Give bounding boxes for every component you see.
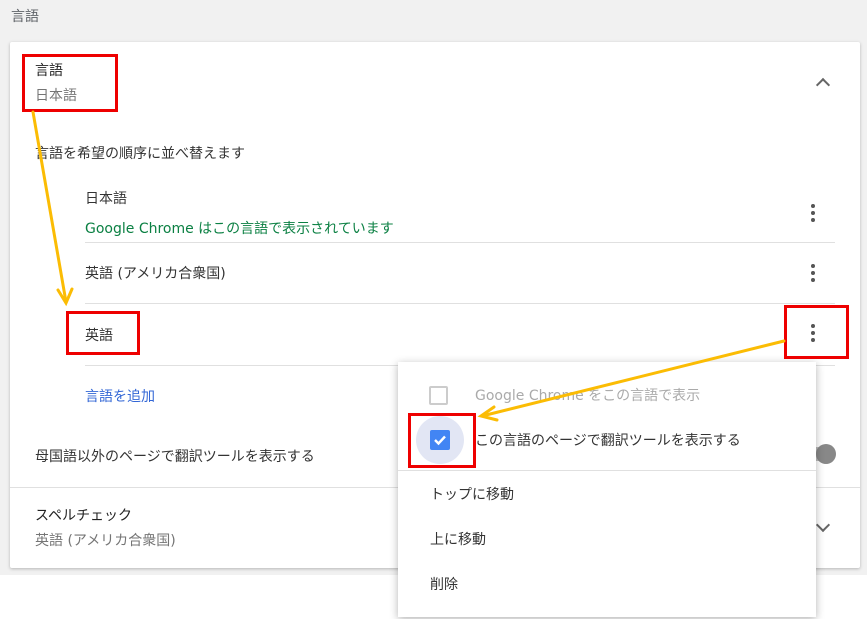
menu-item-move-top[interactable]: トップに移動 [430, 484, 514, 504]
language-item-name: 日本語 [85, 191, 127, 207]
section-title: 言語 [11, 9, 39, 25]
menu-item-remove[interactable]: 削除 [430, 574, 458, 594]
chevron-up-icon[interactable] [815, 77, 831, 93]
language-options-menu: Google Chrome をこの言語で表示 この言語のページで翻訳ツールを表示… [398, 362, 816, 617]
more-options-icon[interactable] [803, 201, 823, 225]
annotation-box [66, 311, 140, 355]
annotation-box [22, 54, 118, 112]
more-options-icon[interactable] [803, 261, 823, 285]
display-chrome-label: Google Chrome をこの言語で表示 [475, 388, 701, 404]
language-item-note: Google Chrome はこの言語で表示されています [85, 221, 394, 237]
language-item-name: 英語 (アメリカ合衆国) [85, 266, 226, 282]
offer-translate-label[interactable]: この言語のページで翻訳ツールを表示する [475, 430, 741, 450]
spellcheck-subtitle: 英語 (アメリカ合衆国) [35, 533, 176, 549]
menu-item-move-up[interactable]: 上に移動 [430, 529, 486, 549]
add-language-link[interactable]: 言語を追加 [85, 386, 155, 406]
spellcheck-title: スペルチェック [35, 508, 133, 524]
chevron-down-icon[interactable] [815, 517, 831, 533]
annotation-box [408, 413, 476, 468]
translate-offer-label: 母国語以外のページで翻訳ツールを表示する [35, 449, 315, 465]
annotation-box [784, 305, 849, 359]
order-label: 言語を希望の順序に並べ替えます [35, 146, 245, 162]
display-chrome-checkbox[interactable] [429, 386, 448, 405]
